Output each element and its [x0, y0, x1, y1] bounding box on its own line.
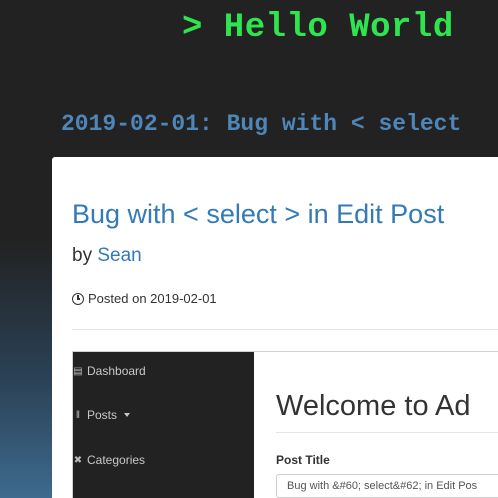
byline: by Sean — [72, 245, 142, 267]
sidebar-item-label: Posts — [87, 408, 118, 422]
author-link[interactable]: Sean — [97, 245, 141, 266]
posted-label: Posted on 2019-02-01 — [88, 291, 217, 306]
pin-icon: ‖ — [75, 409, 81, 421]
embedded-screenshot: ▤ Dashboard ‖ Posts ✖ Categories Welcome… — [72, 351, 498, 498]
post-title[interactable]: Bug with < select > in Edit Post — [72, 199, 444, 230]
post-card: Bug with < select > in Edit Post by Sean… — [52, 157, 498, 498]
post-title-input: Bug with &#60; select&#62; in Edit Pos — [276, 474, 498, 498]
site-title[interactable]: > Hello World — [182, 9, 454, 47]
sidebar-item-posts: ‖ Posts — [73, 405, 131, 425]
divider — [72, 329, 498, 330]
sidebar-item-dashboard: ▤ Dashboard — [73, 361, 146, 381]
admin-sidebar: ▤ Dashboard ‖ Posts ✖ Categories — [73, 352, 254, 498]
post-heading[interactable]: 2019-02-01: Bug with < select — [61, 111, 461, 137]
wrench-icon: ✖ — [73, 454, 83, 466]
sidebar-item-label: Categories — [87, 453, 146, 467]
posted-date: Posted on 2019-02-01 — [72, 291, 217, 306]
post-title-label: Post Title — [276, 453, 330, 467]
admin-main: Welcome to Ad Post Title Bug with &#60; … — [254, 352, 498, 498]
sidebar-item-categories: ✖ Categories — [73, 450, 145, 470]
clock-icon — [72, 292, 84, 305]
sidebar-item-label: Dashboard — [87, 364, 146, 378]
dashboard-icon: ▤ — [73, 365, 83, 377]
welcome-rule — [276, 432, 498, 433]
welcome-heading: Welcome to Ad — [276, 390, 471, 422]
by-label: by — [72, 245, 93, 266]
chevron-down-icon — [124, 413, 131, 417]
